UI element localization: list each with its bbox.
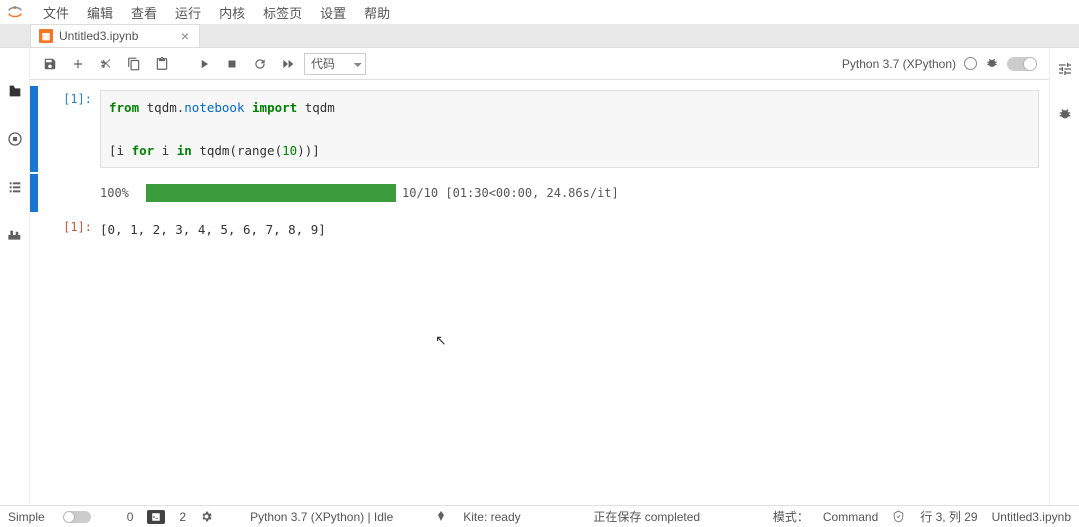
tab-strip: ▦ Untitled3.ipynb × (0, 24, 1079, 48)
cell-gutter-active (30, 174, 38, 212)
progress-label: 10/10 [01:30<00:00, 24.86s/it] (402, 186, 619, 200)
output-progress-row: 100% 10/10 [01:30<00:00, 24.86s/it] (30, 174, 1039, 212)
notebook-icon: ▦ (39, 29, 53, 43)
cell-type-select[interactable]: 代码 (304, 53, 366, 75)
terminals-count[interactable]: 2 (179, 510, 186, 524)
menu-bar: 文件 编辑 查看 运行 内核 标签页 设置 帮助 (0, 0, 1079, 24)
close-icon[interactable]: × (179, 29, 191, 43)
progress-bar (146, 184, 396, 202)
kernel-name: Python 3.7 (XPython) (842, 57, 956, 71)
menu-run[interactable]: 运行 (166, 1, 210, 24)
terminal-badge[interactable] (147, 510, 165, 524)
extensions-icon[interactable] (6, 226, 24, 244)
running-icon[interactable] (6, 130, 24, 148)
files-icon[interactable] (6, 82, 24, 100)
add-cell-icon[interactable] (66, 52, 90, 76)
progress-percent: 100% (100, 186, 140, 200)
debugger-toggle[interactable] (1007, 57, 1037, 71)
left-sidebar (0, 48, 30, 505)
toolbar: 代码 Python 3.7 (XPython) (30, 48, 1049, 80)
menu-tabs[interactable]: 标签页 (254, 1, 311, 24)
output-text: [0, 1, 2, 3, 4, 5, 6, 7, 8, 9] (100, 218, 1039, 241)
status-bar: Simple 0 2 Python 3.7 (XPython) | Idle K… (0, 505, 1079, 527)
settings-icon[interactable] (1056, 60, 1074, 78)
tab-untitled3[interactable]: ▦ Untitled3.ipynb × (30, 24, 200, 47)
empty-prompt (38, 174, 100, 212)
debug-panel-icon[interactable] (1056, 106, 1074, 124)
status-filename[interactable]: Untitled3.ipynb (992, 510, 1071, 524)
run-all-icon[interactable] (276, 52, 300, 76)
save-icon[interactable] (38, 52, 62, 76)
paste-icon[interactable] (150, 52, 174, 76)
cursor-position[interactable]: 行 3, 列 29 (920, 508, 977, 525)
mode-label: 模式： (773, 508, 809, 525)
cell-gutter-active (30, 86, 38, 172)
save-status: 正在保存 completed (593, 508, 700, 525)
restart-icon[interactable] (248, 52, 272, 76)
input-prompt: [1]: (38, 86, 100, 172)
output-cell: [1]: [0, 1, 2, 3, 4, 5, 6, 7, 8, 9] (30, 214, 1039, 245)
notebook-panel: 代码 Python 3.7 (XPython) [1]: from tqdm.n… (30, 48, 1049, 505)
warnings-count[interactable]: 0 (127, 510, 134, 524)
right-sidebar (1049, 48, 1079, 505)
output-prompt: [1]: (38, 214, 100, 245)
code-cell[interactable]: [1]: from tqdm.notebook import tqdm [i f… (30, 86, 1039, 172)
simple-mode-toggle[interactable] (63, 511, 91, 523)
status-settings-icon[interactable] (200, 510, 214, 524)
trust-icon[interactable] (892, 510, 906, 524)
kernel-status-icon (964, 57, 977, 70)
kernel-status-text[interactable]: Python 3.7 (XPython) | Idle (250, 510, 393, 524)
menu-file[interactable]: 文件 (34, 1, 78, 24)
run-icon[interactable] (192, 52, 216, 76)
stop-icon[interactable] (220, 52, 244, 76)
debugger-icon[interactable] (985, 57, 999, 71)
menu-kernel[interactable]: 内核 (210, 1, 254, 24)
code-editor[interactable]: from tqdm.notebook import tqdm [i for i … (100, 90, 1039, 168)
menu-edit[interactable]: 编辑 (78, 1, 122, 24)
cell-gutter (30, 214, 38, 245)
kite-status[interactable]: Kite: ready (463, 510, 520, 524)
menu-help[interactable]: 帮助 (355, 1, 399, 24)
kite-icon (435, 510, 449, 524)
simple-mode-label: Simple (8, 510, 45, 524)
kernel-indicator[interactable]: Python 3.7 (XPython) (842, 57, 1041, 71)
menu-settings[interactable]: 设置 (311, 1, 355, 24)
jupyter-logo-icon (6, 3, 24, 21)
toc-icon[interactable] (6, 178, 24, 196)
mode-value[interactable]: Command (823, 510, 878, 524)
tab-label: Untitled3.ipynb (59, 29, 138, 43)
cut-icon[interactable] (94, 52, 118, 76)
copy-icon[interactable] (122, 52, 146, 76)
menu-view[interactable]: 查看 (122, 1, 166, 24)
notebook-body[interactable]: [1]: from tqdm.notebook import tqdm [i f… (30, 80, 1049, 505)
